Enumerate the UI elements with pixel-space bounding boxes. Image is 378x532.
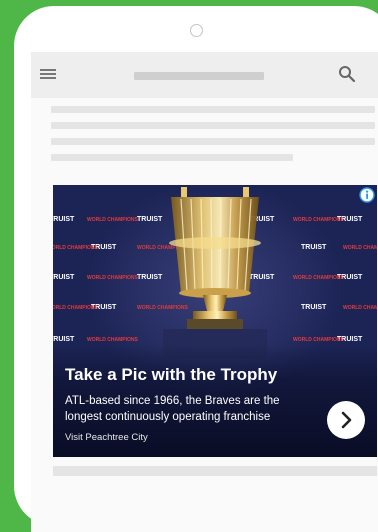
backdrop-logo: WORLD CHAMPIONS	[87, 275, 138, 281]
ad-next-button[interactable]	[327, 401, 365, 439]
backdrop-logo: WORLD CHAMPIONS	[137, 305, 188, 311]
app-bar	[31, 52, 378, 98]
backdrop-logo: WORLD CHAMPIONS	[87, 337, 138, 343]
backdrop-logo: WORLD CHAMPIONS	[293, 275, 344, 281]
title-placeholder	[134, 72, 264, 80]
backdrop-logo: WORLD CHAMPIONS	[293, 217, 344, 223]
backdrop-logo: WORLD CHAMPIONS	[293, 337, 344, 343]
text-placeholder-line	[51, 106, 375, 113]
backdrop-logo: TRUIST	[137, 216, 163, 223]
text-placeholder-line	[51, 138, 375, 145]
backdrop-logo: WORLD CHAMPIONS	[343, 245, 377, 251]
info-icon[interactable]	[359, 187, 375, 203]
backdrop-logo: TRUIST	[301, 244, 327, 251]
backdrop-logo: WORLD CHAMPIONS	[87, 217, 138, 223]
backdrop-logo: TRUIST	[53, 336, 75, 343]
ad-banner[interactable]: TRUIST TRUIST TRUIST TRUIST TRUIST TRUIS…	[53, 185, 377, 457]
text-placeholder-line	[51, 154, 293, 161]
backdrop-logo: WORLD CHAMPIONS	[53, 305, 98, 311]
backdrop-logo: WORLD CHAMPIONS	[343, 305, 377, 311]
backdrop-logo: TRUIST	[53, 216, 75, 223]
backdrop-logo: TRUIST	[301, 304, 327, 311]
phone-frame: TRUIST TRUIST TRUIST TRUIST TRUIST TRUIS…	[14, 6, 378, 532]
search-icon[interactable]	[338, 65, 356, 83]
ad-cta-link[interactable]: Visit Peachtree City	[65, 432, 148, 443]
backdrop-logo: TRUIST	[137, 274, 163, 281]
phone-screen: TRUIST TRUIST TRUIST TRUIST TRUIST TRUIS…	[31, 52, 378, 532]
ad-headline[interactable]: Take a Pic with the Trophy	[65, 365, 277, 385]
backdrop-logo: WORLD CHAMPIONS	[53, 245, 98, 251]
backdrop-logo: TRUIST	[53, 274, 75, 281]
phone-camera	[190, 24, 203, 37]
chevron-right-icon	[341, 411, 352, 429]
menu-icon[interactable]	[40, 67, 56, 81]
backdrop-logo: TRUIST	[249, 274, 275, 281]
text-placeholder-line	[51, 122, 375, 129]
ad-body-text: ATL-based since 1966, the Braves are the…	[65, 395, 280, 423]
content-placeholder	[53, 466, 377, 476]
